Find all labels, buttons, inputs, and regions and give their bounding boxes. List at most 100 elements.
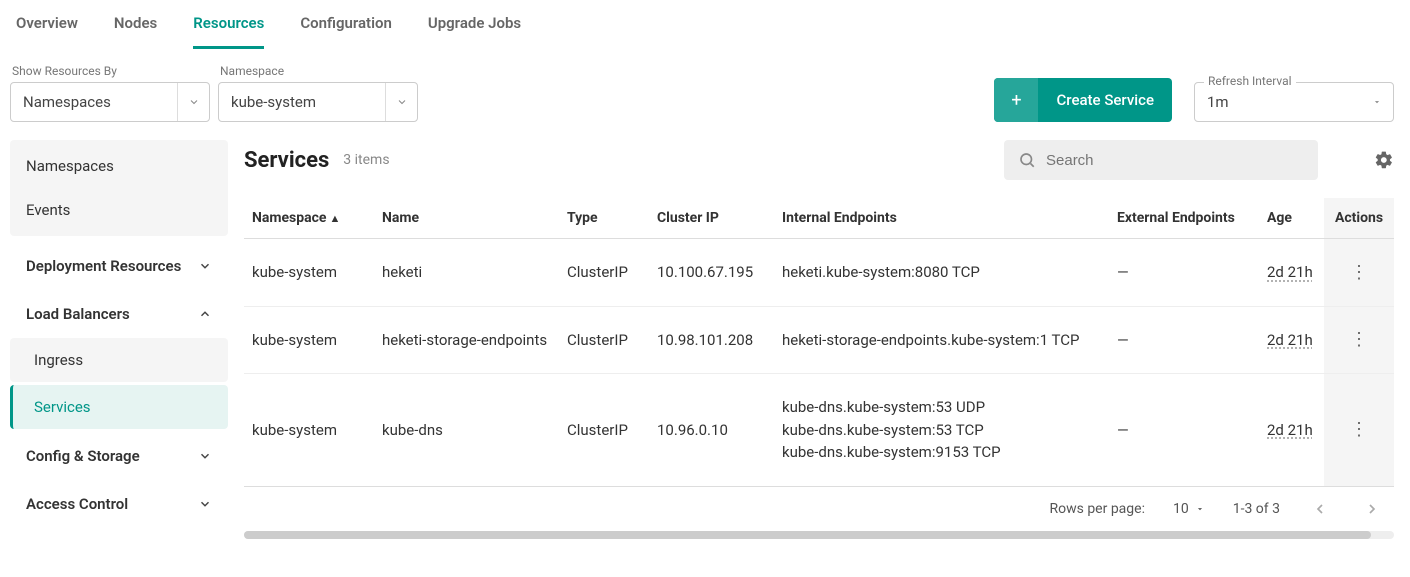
tab-overview[interactable]: Overview <box>16 8 78 49</box>
sort-asc-icon: ▲ <box>329 212 340 225</box>
cell-actions: ⋮ <box>1324 306 1394 374</box>
col-header-type[interactable]: Type <box>559 198 649 239</box>
show-resources-by-value: Namespaces <box>11 93 177 111</box>
sidebar-subitem-services[interactable]: Services <box>10 385 228 429</box>
tab-upgrade-jobs[interactable]: Upgrade Jobs <box>428 8 521 49</box>
sidebar-item-namespaces[interactable]: Namespaces <box>10 144 228 188</box>
sidebar-item-label: Events <box>26 201 70 219</box>
sidebar-section-config-storage[interactable]: Config & Storage <box>10 432 228 480</box>
tab-nodes[interactable]: Nodes <box>114 8 157 49</box>
cell-type: ClusterIP <box>559 374 649 487</box>
page-item-count: 3 items <box>343 152 389 168</box>
sidebar-section-access-control[interactable]: Access Control <box>10 480 228 528</box>
kebab-menu-icon[interactable]: ⋮ <box>1350 419 1368 440</box>
sidebar-item-events[interactable]: Events <box>10 188 228 232</box>
cell-external-endpoints: — <box>1109 239 1259 307</box>
table-row[interactable]: kube-systemheketiClusterIP10.100.67.195h… <box>244 239 1394 307</box>
sidebar-section-label: Deployment Resources <box>26 257 181 275</box>
cell-namespace: kube-system <box>244 306 374 374</box>
kebab-menu-icon[interactable]: ⋮ <box>1350 262 1368 283</box>
content-header: Services 3 items <box>244 140 1394 180</box>
tab-configuration[interactable]: Configuration <box>300 8 392 49</box>
chevron-down-icon <box>177 83 209 121</box>
filter-row: Show Resources By Namespaces Namespace k… <box>0 50 1410 140</box>
namespace-label: Namespace <box>218 64 418 78</box>
col-header-cluster-ip[interactable]: Cluster IP <box>649 198 774 239</box>
gear-icon[interactable] <box>1374 150 1394 170</box>
create-service-button[interactable]: + Create Service <box>994 78 1172 122</box>
next-page-button[interactable] <box>1360 501 1384 517</box>
namespace-value: kube-system <box>219 93 385 111</box>
cell-namespace: kube-system <box>244 374 374 487</box>
search-icon <box>1018 151 1036 169</box>
col-header-internal-endpoints[interactable]: Internal Endpoints <box>774 198 1109 239</box>
table-row[interactable]: kube-systemkube-dnsClusterIP10.96.0.10ku… <box>244 374 1394 487</box>
col-header-name[interactable]: Name <box>374 198 559 239</box>
rows-per-page-label: Rows per page: <box>1049 501 1144 517</box>
cell-type: ClusterIP <box>559 306 649 374</box>
cell-actions: ⋮ <box>1324 239 1394 307</box>
search-input[interactable] <box>1046 152 1304 169</box>
chevron-up-icon <box>198 307 212 321</box>
kebab-menu-icon[interactable]: ⋮ <box>1350 329 1368 350</box>
cell-namespace: kube-system <box>244 239 374 307</box>
show-resources-by-label: Show Resources By <box>10 64 210 78</box>
sidebar-section-load-balancers[interactable]: Load Balancers <box>10 290 228 338</box>
sidebar: Namespaces Events Deployment Resources L… <box>10 140 228 539</box>
sidebar-subitem-label: Services <box>34 398 91 416</box>
horizontal-scrollbar[interactable] <box>244 531 1394 539</box>
services-table: Namespace▲ Name Type Cluster IP Internal… <box>244 198 1394 487</box>
sidebar-subitem-ingress[interactable]: Ingress <box>10 338 228 382</box>
cell-internal-endpoints: kube-dns.kube-system:53 UDPkube-dns.kube… <box>774 374 1109 487</box>
cell-external-endpoints: — <box>1109 374 1259 487</box>
cell-external-endpoints: — <box>1109 306 1259 374</box>
sidebar-section-label: Load Balancers <box>26 305 130 323</box>
col-header-age[interactable]: Age <box>1259 198 1324 239</box>
namespace-select[interactable]: kube-system <box>218 82 418 122</box>
refresh-interval-group: Refresh Interval 1m <box>1194 82 1394 122</box>
caret-down-icon <box>1195 504 1205 514</box>
sidebar-section-deployment-resources[interactable]: Deployment Resources <box>10 242 228 290</box>
namespace-group: Namespace kube-system <box>218 64 418 122</box>
refresh-interval-value: 1m <box>1195 93 1361 111</box>
search-box[interactable] <box>1004 140 1318 180</box>
chevron-down-icon <box>198 259 212 273</box>
cell-actions: ⋮ <box>1324 374 1394 487</box>
chevron-down-icon <box>198 497 212 511</box>
tabs-bar: Overview Nodes Resources Configuration U… <box>0 0 1410 50</box>
pagination: Rows per page: 10 1-3 of 3 <box>244 487 1394 525</box>
create-service-label: Create Service <box>1038 91 1172 109</box>
cell-age: 2d 21h <box>1259 306 1324 374</box>
cell-cluster-ip: 10.98.101.208 <box>649 306 774 374</box>
cell-name: kube-dns <box>374 374 559 487</box>
sidebar-section-label: Config & Storage <box>26 447 140 465</box>
sidebar-item-label: Namespaces <box>26 157 114 175</box>
cell-name: heketi-storage-endpoints <box>374 306 559 374</box>
col-header-namespace[interactable]: Namespace▲ <box>244 198 374 239</box>
page-title: Services <box>244 148 329 173</box>
tab-resources[interactable]: Resources <box>193 8 264 49</box>
caret-down-icon <box>1361 83 1393 121</box>
sidebar-section-label: Access Control <box>26 495 128 513</box>
sidebar-subitem-label: Ingress <box>34 351 83 369</box>
refresh-interval-select[interactable]: 1m <box>1194 82 1394 122</box>
cell-internal-endpoints: heketi-storage-endpoints.kube-system:1 T… <box>774 306 1109 374</box>
cell-name: heketi <box>374 239 559 307</box>
show-resources-by-select[interactable]: Namespaces <box>10 82 210 122</box>
cell-type: ClusterIP <box>559 239 649 307</box>
col-header-external-endpoints[interactable]: External Endpoints <box>1109 198 1259 239</box>
cell-cluster-ip: 10.100.67.195 <box>649 239 774 307</box>
pagination-range: 1-3 of 3 <box>1233 501 1280 517</box>
rows-per-page-value: 10 <box>1173 501 1189 517</box>
table-row[interactable]: kube-systemheketi-storage-endpointsClust… <box>244 306 1394 374</box>
cell-age: 2d 21h <box>1259 374 1324 487</box>
col-header-actions: Actions <box>1324 198 1394 239</box>
cell-age: 2d 21h <box>1259 239 1324 307</box>
prev-page-button[interactable] <box>1308 501 1332 517</box>
content: Services 3 items Namespace▲ <box>244 140 1400 539</box>
show-resources-by-group: Show Resources By Namespaces <box>10 64 210 122</box>
refresh-interval-label: Refresh Interval <box>1204 74 1296 88</box>
rows-per-page-select[interactable]: 10 <box>1173 501 1205 517</box>
chevron-down-icon <box>198 449 212 463</box>
plus-icon: + <box>994 78 1038 122</box>
